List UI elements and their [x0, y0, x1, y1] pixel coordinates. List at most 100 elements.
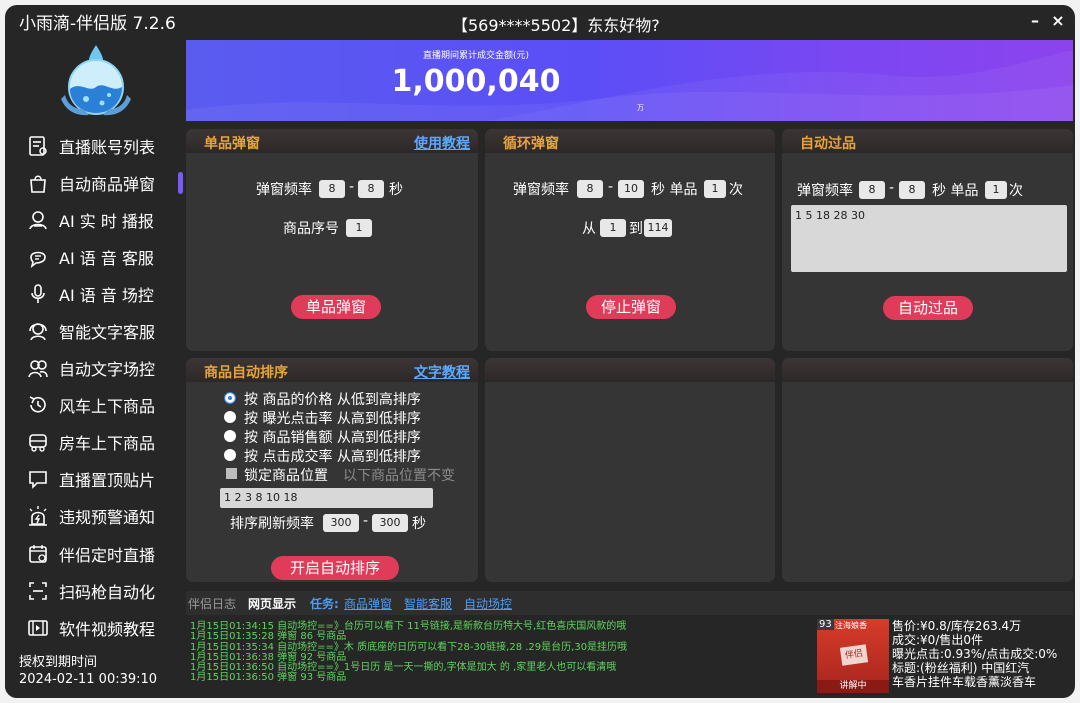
title-bar[interactable]: 小雨滴-伴侣版 7.2.6 【569****5502】东东好物? – ×	[5, 5, 1075, 39]
sidebar-item-scheduled-live[interactable]: 伴侣定时直播	[5, 535, 185, 572]
microphone-icon	[25, 281, 51, 307]
sidebar-item-label: AI 语 音 场控	[59, 285, 154, 305]
sort-option-label: 按 商品的价格 从低到高排序	[244, 392, 421, 408]
sidebar-item-label: 直播置顶贴片	[59, 471, 156, 491]
panel-title: 循环弹窗	[503, 136, 559, 152]
dash: -	[349, 179, 355, 195]
voice-chat-icon	[25, 244, 51, 270]
freq-to-input[interactable]: 8	[358, 180, 384, 198]
freq-to-input[interactable]: 10	[618, 180, 644, 198]
sidebar-item-label: 风车上下商品	[59, 397, 156, 417]
task-product-popup-link[interactable]: 商品弹窗	[344, 595, 392, 612]
text-tutorial-link[interactable]: 文字教程	[414, 362, 470, 382]
start-auto-sort-button[interactable]: 开启自动排序	[271, 556, 399, 580]
refresh-to-input[interactable]: 300	[372, 514, 408, 532]
refresh-from-input[interactable]: 300	[323, 514, 359, 532]
panel-header: 商品自动排序 文字教程	[186, 358, 478, 382]
license-label: 授权到期时间	[19, 655, 98, 670]
sidebar-item-account-list[interactable]: 直播账号列表	[5, 127, 185, 164]
product-ctr: 曝光点击:0.93%/点击成交:0%	[892, 647, 1058, 661]
dash: -	[608, 179, 614, 195]
freq-from-input[interactable]: 8	[859, 181, 885, 199]
freq-to-input[interactable]: 8	[899, 181, 925, 199]
single-popup-button[interactable]: 单品弹窗	[291, 295, 381, 319]
bag-icon	[25, 170, 51, 196]
sidebar-item-windmill-products[interactable]: 风车上下商品	[5, 387, 185, 424]
sidebar-item-ai-voice-service[interactable]: AI 语 音 客服	[5, 238, 185, 275]
sidebar-item-auto-popup[interactable]: 自动商品弹窗	[5, 164, 185, 201]
sidebar-item-label: 直播账号列表	[59, 137, 156, 157]
times-input[interactable]: 1	[985, 181, 1007, 199]
sidebar-item-ai-broadcast[interactable]: AI 实 时 播报	[5, 201, 185, 238]
tab-web[interactable]: 网页显示	[248, 595, 296, 612]
current-product-card: 93 注海娘香 伴侣 讲解中 售价:¥0.8/库存263.4万 成交:¥0/售出…	[815, 617, 1075, 697]
license-info: 授权到期时间 2024-02-11 00:39:10	[19, 654, 157, 688]
broadcast-person-icon	[25, 207, 51, 233]
lock-checkbox[interactable]	[226, 468, 237, 479]
sidebar-item-label: 软件视频教程	[59, 619, 156, 639]
from-label: 从	[582, 221, 596, 237]
freq-label: 弹窗频率	[797, 183, 853, 199]
sales-unit: 万	[637, 104, 644, 112]
times-input[interactable]: 1	[704, 180, 726, 198]
users-icon	[25, 355, 51, 381]
sidebar-item-smart-text-service[interactable]: 智能文字客服	[5, 312, 185, 349]
task-auto-control-link[interactable]: 自动场控	[464, 595, 512, 612]
sidebar-item-label: 房车上下商品	[59, 434, 156, 454]
panel-title: 商品自动排序	[204, 365, 288, 381]
freq-label: 弹窗频率	[513, 182, 569, 198]
close-button[interactable]: ×	[1048, 11, 1068, 30]
sort-option-label: 按 点击成交率 从高到低排序	[244, 449, 421, 465]
tutorial-link[interactable]: 使用教程	[414, 133, 470, 153]
from-input[interactable]: 1	[600, 219, 626, 237]
panel-header: 循环弹窗	[485, 129, 775, 153]
product-thumb-text: 伴侣	[839, 644, 869, 666]
freq-from-input[interactable]: 8	[577, 180, 603, 198]
freq-from-input[interactable]: 8	[319, 180, 345, 198]
log-line: 1月15日01:36:50 弹窗 93 号商品	[190, 672, 347, 684]
minimize-button[interactable]: –	[1025, 11, 1045, 30]
radio-icon	[224, 430, 236, 442]
lock-positions-input[interactable]: 1 2 3 8 10 18	[220, 488, 433, 508]
product-price: 售价:¥0.8/库存263.4万	[892, 619, 1022, 633]
dash: -	[363, 513, 369, 529]
panel-header	[485, 358, 775, 382]
stop-popup-button[interactable]: 停止弹窗	[586, 295, 676, 319]
tab-log[interactable]: 伴侣日志	[188, 595, 236, 612]
single-popup-panel: 单品弹窗 使用教程 弹窗频率 8 - 8 秒 商品序号 1 单品弹窗	[186, 129, 478, 351]
log-panel: 1月15日01:34:15 自动场控==》台历可以看下 11号链接,是新款台历特…	[186, 617, 811, 695]
app-title: 小雨滴-伴侣版 7.2.6	[19, 14, 176, 34]
index-label: 商品序号	[283, 221, 339, 237]
sort-option-label: 按 曝光点击率 从高到低排序	[244, 411, 421, 427]
sidebar-item-label: 智能文字客服	[59, 323, 156, 343]
lock-hint: 以下商品位置不变	[343, 468, 455, 484]
product-list-textarea[interactable]: 1 5 18 28 30	[791, 205, 1067, 272]
to-input[interactable]: 114	[644, 219, 672, 237]
sidebar-item-violation-alert[interactable]: 违规预警通知	[5, 498, 185, 535]
sidebar-item-label: 自动文字场控	[59, 360, 156, 380]
sidebar-item-scanner-automation[interactable]: 扫码枪自动化	[5, 572, 185, 609]
sidebar-item-label: AI 语 音 客服	[59, 248, 154, 268]
panel-header	[782, 358, 1073, 382]
product-number-badge: 93	[817, 619, 834, 630]
app-window: 小雨滴-伴侣版 7.2.6 【569****5502】东东好物? – × 直播账…	[5, 5, 1075, 698]
sales-amount: 1,000,040	[391, 64, 561, 99]
loop-popup-panel: 循环弹窗 弹窗频率 8 - 10 秒 单品 1 次 从 1 到 114 停止弹窗	[485, 129, 775, 351]
scan-icon	[25, 578, 51, 604]
to-label: 到	[629, 221, 643, 237]
sidebar-item-video-tutorial[interactable]: 软件视频教程	[5, 609, 185, 646]
window-title: 【569****5502】东东好物?	[452, 16, 660, 35]
sidebar-item-pinned-sticker[interactable]: 直播置顶贴片	[5, 461, 185, 498]
task-smart-service-link[interactable]: 智能客服	[404, 595, 452, 612]
sort-option-label: 按 商品销售额 从高到低排序	[244, 430, 421, 446]
product-title-line-2: 车香片挂件车载香薰淡香车	[892, 675, 1037, 689]
auto-pass-button[interactable]: 自动过品	[883, 296, 973, 320]
sidebar-item-auto-text-control[interactable]: 自动文字场控	[5, 350, 185, 387]
index-input[interactable]: 1	[346, 219, 372, 237]
sidebar: 直播账号列表 自动商品弹窗 AI 实 时 播报 AI 语 音 客服 AI 语 音…	[5, 39, 185, 698]
sidebar-item-ai-voice-control[interactable]: AI 语 音 场控	[5, 275, 185, 312]
list-icon	[25, 133, 51, 159]
live-explaining-tag: 讲解中	[817, 680, 889, 693]
product-thumbnail: 93 注海娘香 伴侣 讲解中	[817, 619, 889, 693]
sidebar-item-rv-products[interactable]: 房车上下商品	[5, 424, 185, 461]
